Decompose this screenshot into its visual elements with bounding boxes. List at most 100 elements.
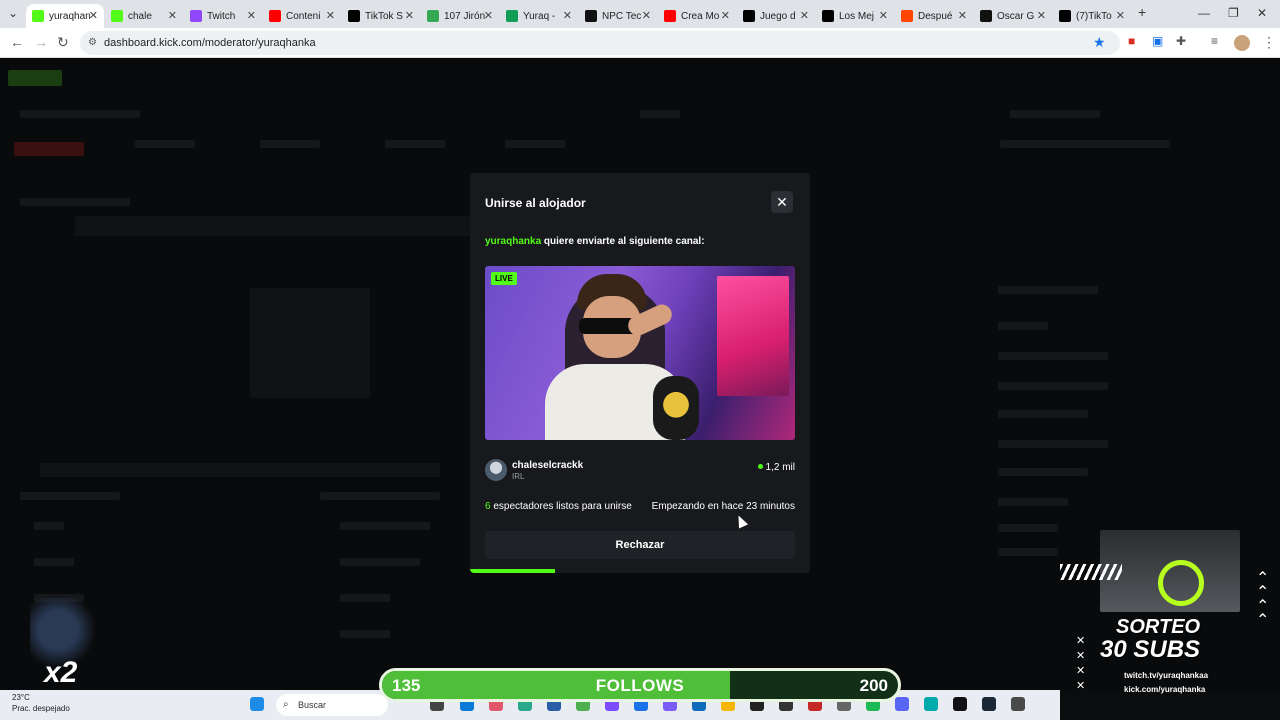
- tab-close-icon[interactable]: ✕: [168, 9, 177, 22]
- tab-favicon-icon: [743, 10, 755, 22]
- epic-games-icon[interactable]: [953, 697, 967, 711]
- tab-favicon-icon: [822, 10, 834, 22]
- tab-favicon-icon: [111, 10, 123, 22]
- browser-tab[interactable]: Crea Mo ✕: [658, 4, 736, 28]
- start-icon[interactable]: [250, 697, 264, 711]
- stream-thumbnail[interactable]: LIVE: [485, 266, 795, 440]
- reload-icon[interactable]: ↻: [57, 34, 69, 51]
- translate-icon[interactable]: ▣: [1152, 34, 1163, 48]
- browser-tab[interactable]: TikTok S ✕: [342, 4, 420, 28]
- url-field[interactable]: ⚙ dashboard.kick.com/moderator/yuraqhank…: [80, 31, 1120, 55]
- reading-list-icon[interactable]: ≡: [1211, 34, 1218, 48]
- app-icon[interactable]: [924, 697, 938, 711]
- tab-close-icon[interactable]: ✕: [958, 9, 967, 22]
- follows-goal-bar: FOLLOWS 135 200: [379, 668, 901, 702]
- browser-tab[interactable]: (7)TikTo ✕: [1053, 4, 1131, 28]
- tab-close-icon[interactable]: ✕: [89, 9, 98, 22]
- forward-icon[interactable]: →: [34, 34, 48, 50]
- close-icon: ✕: [776, 194, 788, 210]
- url-text: dashboard.kick.com/moderator/yuraqhanka: [104, 37, 316, 49]
- steam-icon[interactable]: [982, 697, 996, 711]
- tab-close-icon[interactable]: ✕: [405, 9, 414, 22]
- browser-tab[interactable]: yuraqhan ✕: [26, 4, 104, 28]
- countdown-progress-fill: [470, 569, 555, 573]
- discord-icon[interactable]: [895, 697, 909, 711]
- chevron-up-icon: ⌃ ⌃ ⌃ ⌃: [1256, 570, 1270, 629]
- host-username[interactable]: yuraqhanka: [485, 236, 541, 247]
- browser-tab[interactable]: Oscar G ✕: [974, 4, 1052, 28]
- tab-close-icon[interactable]: ✕: [721, 9, 730, 22]
- browser-tab[interactable]: Twitch ✕: [184, 4, 262, 28]
- browser-tab[interactable]: Yuraq - ✕: [500, 4, 578, 28]
- tab-close-icon[interactable]: ✕: [326, 9, 335, 22]
- tab-label: Crea Mo: [681, 10, 720, 22]
- channel-info[interactable]: chaleselcrackk IRL 1,2 mil: [485, 459, 795, 483]
- giveaway-subtitle: 30 SUBS: [1100, 636, 1201, 663]
- channel-category: IRL: [512, 472, 525, 481]
- reject-button[interactable]: Rechazar: [485, 531, 795, 559]
- tab-favicon-icon: [190, 10, 202, 22]
- tab-label: (7)TikTo: [1076, 10, 1112, 22]
- tab-close-icon[interactable]: ✕: [642, 9, 651, 22]
- maximize-icon[interactable]: ❐: [1228, 6, 1239, 20]
- browser-tab[interactable]: Los Mej ✕: [816, 4, 894, 28]
- stripes-decoration: [1060, 564, 1122, 580]
- tab-close-icon[interactable]: ✕: [247, 9, 256, 22]
- temperature: 23°C: [12, 693, 30, 702]
- browser-tab[interactable]: chale ✕: [105, 4, 183, 28]
- kick-logo: [8, 70, 62, 86]
- browser-tab-bar: — ❐ ✕ + yuraqhan ✕ chale ✕ Twitch ✕ Conteni ✕ Ti…: [0, 0, 1280, 28]
- taskbar-search[interactable]: ⌕ Buscar: [276, 694, 388, 716]
- close-window-icon[interactable]: ✕: [1257, 6, 1267, 20]
- invite-message: yuraqhanka quiere enviarte al siguiente …: [485, 236, 705, 247]
- back-icon[interactable]: ←: [10, 34, 24, 50]
- close-dialog-button[interactable]: ✕: [771, 191, 793, 213]
- dialog-title: Unirse al alojador: [485, 196, 586, 210]
- start-time: Empezando en hace 23 minutos: [651, 501, 795, 512]
- minimize-icon[interactable]: —: [1198, 6, 1210, 20]
- browser-tab[interactable]: Juego d ✕: [737, 4, 815, 28]
- countdown-progress: [470, 569, 810, 573]
- browser-tab[interactable]: NPC Tec ✕: [579, 4, 657, 28]
- extensions-puzzle-icon[interactable]: ✚: [1176, 34, 1186, 48]
- address-bar: ← → ↻ ⚙ dashboard.kick.com/moderator/yur…: [0, 28, 1280, 58]
- tab-label: yuraqhan: [49, 10, 91, 22]
- browser-tab[interactable]: Despué ✕: [895, 4, 973, 28]
- tab-label: Los Mej: [839, 10, 875, 22]
- search-placeholder: Buscar: [298, 700, 327, 710]
- viewer-count: 1,2 mil: [757, 462, 795, 473]
- bookmark-star-icon[interactable]: ★: [1093, 34, 1106, 51]
- channel-name: chaleselcrackk: [512, 460, 584, 471]
- tab-label: Twitch: [207, 10, 236, 22]
- invite-text: quiere enviarte al siguiente canal:: [541, 236, 705, 247]
- live-badge: LIVE: [491, 272, 517, 285]
- tab-favicon-icon: [348, 10, 360, 22]
- weather-widget[interactable]: 23°C Prac. despejado: [12, 692, 70, 714]
- profile-avatar[interactable]: [1234, 35, 1250, 51]
- tab-close-icon[interactable]: ✕: [1116, 9, 1125, 22]
- channel-avatar: [485, 459, 507, 481]
- follows-goal: 200: [859, 676, 888, 695]
- browser-tab[interactable]: Conteni ✕: [263, 4, 341, 28]
- site-info-icon[interactable]: ⚙: [88, 31, 97, 55]
- new-tab-icon[interactable]: +: [1138, 4, 1146, 20]
- ready-viewers: 6 espectadores listos para unirse: [485, 501, 632, 512]
- tab-close-icon[interactable]: ✕: [1037, 9, 1046, 22]
- tab-close-icon[interactable]: ✕: [484, 9, 493, 22]
- tab-favicon-icon: [269, 10, 281, 22]
- search-icon: ⌕: [283, 699, 289, 710]
- tab-list-icon[interactable]: ⌄: [8, 6, 18, 20]
- multiplier-label: x2: [44, 656, 78, 689]
- giveaway-overlay: SORTEO 30 SUBS twitch.tv/yuraqhankaa kic…: [1060, 530, 1280, 720]
- tab-close-icon[interactable]: ✕: [879, 9, 888, 22]
- twitch-link: twitch.tv/yuraqhankaa: [1124, 671, 1209, 680]
- tab-label: Conteni: [286, 10, 321, 22]
- menu-kebab-icon[interactable]: ⋮: [1262, 34, 1276, 51]
- extension-icon[interactable]: ■: [1128, 34, 1135, 48]
- tab-close-icon[interactable]: ✕: [800, 9, 809, 22]
- tab-close-icon[interactable]: ✕: [563, 9, 572, 22]
- pink-screen: [717, 276, 789, 396]
- tab-label: NPC Tec: [602, 10, 642, 22]
- app-icon[interactable]: [1011, 697, 1025, 711]
- browser-tab[interactable]: 107 Jirón ✕: [421, 4, 499, 28]
